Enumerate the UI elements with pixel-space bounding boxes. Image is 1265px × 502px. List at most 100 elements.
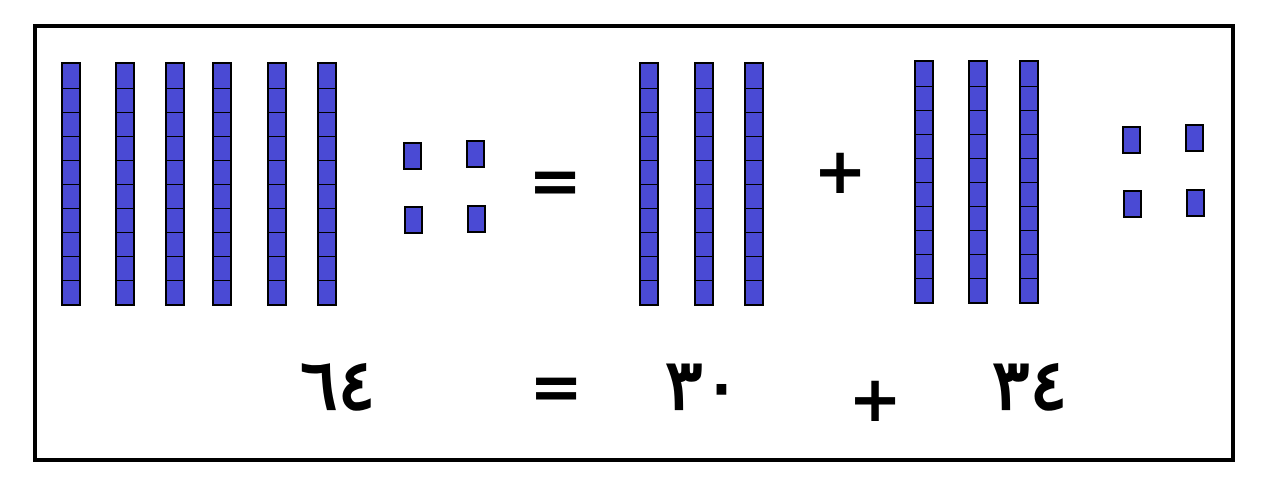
rod-segment-line xyxy=(970,182,986,183)
rod-segment-line xyxy=(746,112,762,113)
rod-segment-line xyxy=(214,112,230,113)
rod-segment-line xyxy=(641,256,657,257)
rod-segment-line xyxy=(63,160,79,161)
rod-segment-line xyxy=(746,256,762,257)
rod-segment-line xyxy=(1021,278,1037,279)
rod-segment-line xyxy=(641,184,657,185)
rod-segment-line xyxy=(117,160,133,161)
rod-segment-line xyxy=(970,110,986,111)
ten-rod xyxy=(914,60,934,304)
unit-cube xyxy=(1122,126,1141,154)
base-ten-diagram: = + ٦٤ = ٣٠ + ٣٤ xyxy=(0,0,1265,502)
rod-segment-line xyxy=(214,256,230,257)
rod-segment-line xyxy=(319,208,335,209)
number-tens-part: ٣٠ xyxy=(665,343,741,426)
rod-segment-line xyxy=(269,112,285,113)
rod-segment-line xyxy=(63,256,79,257)
rod-segment-line xyxy=(117,280,133,281)
rod-segment-line xyxy=(970,230,986,231)
rod-segment-line xyxy=(319,88,335,89)
rod-segment-line xyxy=(641,160,657,161)
rod-segment-line xyxy=(63,184,79,185)
unit-cube xyxy=(466,140,485,168)
rod-segment-line xyxy=(167,112,183,113)
rod-segment-line xyxy=(1021,230,1037,231)
rod-segment-line xyxy=(319,280,335,281)
plus-sign-bottom: + xyxy=(848,363,902,437)
rod-segment-line xyxy=(319,136,335,137)
unit-cube xyxy=(403,142,422,170)
rod-segment-line xyxy=(916,278,932,279)
rod-segment-line xyxy=(269,160,285,161)
rod-segment-line xyxy=(746,208,762,209)
unit-cube xyxy=(467,205,486,233)
rod-segment-line xyxy=(63,280,79,281)
rod-segment-line xyxy=(167,88,183,89)
rod-segment-line xyxy=(1021,206,1037,207)
rod-segment-line xyxy=(319,160,335,161)
rod-segment-line xyxy=(63,112,79,113)
rod-segment-line xyxy=(916,134,932,135)
rod-segment-line xyxy=(970,254,986,255)
rod-segment-line xyxy=(214,280,230,281)
rod-segment-line xyxy=(117,112,133,113)
rod-segment-line xyxy=(319,256,335,257)
rod-segment-line xyxy=(970,206,986,207)
rod-segment-line xyxy=(214,184,230,185)
rod-segment-line xyxy=(696,280,712,281)
rod-segment-line xyxy=(696,136,712,137)
rod-segment-line xyxy=(1021,134,1037,135)
rod-segment-line xyxy=(167,160,183,161)
rod-segment-line xyxy=(916,110,932,111)
unit-cube xyxy=(1185,124,1204,152)
rod-segment-line xyxy=(641,280,657,281)
rod-segment-line xyxy=(319,112,335,113)
rod-segment-line xyxy=(970,86,986,87)
rod-segment-line xyxy=(214,136,230,137)
rod-segment-line xyxy=(641,136,657,137)
rod-segment-line xyxy=(746,136,762,137)
ten-rod xyxy=(317,62,337,306)
rod-segment-line xyxy=(916,86,932,87)
rod-segment-line xyxy=(696,256,712,257)
rod-segment-line xyxy=(696,112,712,113)
rod-segment-line xyxy=(1021,86,1037,87)
unit-cube xyxy=(404,206,423,234)
rod-segment-line xyxy=(641,112,657,113)
rod-segment-line xyxy=(269,184,285,185)
rod-segment-line xyxy=(117,208,133,209)
ten-rod xyxy=(744,62,764,306)
rod-segment-line xyxy=(916,206,932,207)
rod-segment-line xyxy=(916,158,932,159)
rod-segment-line xyxy=(117,232,133,233)
rod-segment-line xyxy=(269,136,285,137)
ten-rod xyxy=(165,62,185,306)
ten-rod xyxy=(115,62,135,306)
rod-segment-line xyxy=(1021,110,1037,111)
rod-segment-line xyxy=(696,88,712,89)
rod-segment-line xyxy=(746,184,762,185)
unit-cube xyxy=(1123,190,1142,218)
equals-sign-top: = xyxy=(528,145,582,219)
rod-segment-line xyxy=(269,88,285,89)
rod-segment-line xyxy=(1021,158,1037,159)
rod-segment-line xyxy=(63,232,79,233)
rod-segment-line xyxy=(916,182,932,183)
rod-segment-line xyxy=(214,232,230,233)
rod-segment-line xyxy=(970,134,986,135)
unit-cube xyxy=(1186,189,1205,217)
ten-rod xyxy=(267,62,287,306)
rod-segment-line xyxy=(916,254,932,255)
rod-segment-line xyxy=(214,208,230,209)
rod-segment-line xyxy=(970,158,986,159)
rod-segment-line xyxy=(1021,182,1037,183)
rod-segment-line xyxy=(641,232,657,233)
rod-segment-line xyxy=(117,88,133,89)
rod-segment-line xyxy=(269,208,285,209)
rod-segment-line xyxy=(641,88,657,89)
rod-segment-line xyxy=(167,280,183,281)
ten-rod xyxy=(212,62,232,306)
rod-segment-line xyxy=(319,232,335,233)
rod-segment-line xyxy=(916,230,932,231)
plus-sign-top: + xyxy=(813,135,867,209)
